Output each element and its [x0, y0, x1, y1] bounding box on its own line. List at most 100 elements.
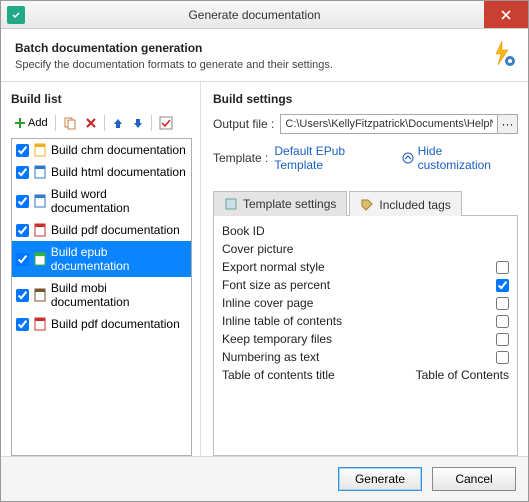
setting-label: Inline cover page	[222, 296, 496, 310]
delete-button[interactable]	[82, 115, 100, 131]
build-item-label: Build epub documentation	[51, 245, 187, 273]
build-list-item[interactable]: Build mobi documentation	[12, 277, 191, 313]
setting-checkbox[interactable]	[496, 315, 509, 328]
setting-label: Keep temporary files	[222, 332, 496, 346]
browse-button[interactable]: ···	[498, 114, 518, 134]
build-item-label: Build chm documentation	[51, 143, 186, 157]
build-list-item[interactable]: Build word documentation	[12, 183, 191, 219]
setting-checkbox[interactable]	[496, 297, 509, 310]
build-item-label: Build mobi documentation	[51, 281, 187, 309]
doc-type-icon	[33, 194, 47, 208]
build-list[interactable]: Build chm documentation Build html docume…	[11, 138, 192, 456]
build-list-toolbar: Add	[11, 114, 192, 132]
tab-included-tags[interactable]: Included tags	[349, 191, 461, 216]
setting-row: Keep temporary files	[222, 330, 509, 348]
hide-customization-label: Hide customization	[418, 144, 518, 172]
cancel-button[interactable]: Cancel	[432, 467, 516, 491]
arrow-up-icon	[112, 117, 124, 129]
toolbar-separator	[151, 115, 152, 131]
build-item-label: Build html documentation	[51, 165, 186, 179]
setting-label: Book ID	[222, 224, 509, 238]
toolbar-separator	[104, 115, 105, 131]
build-item-checkbox[interactable]	[16, 289, 29, 302]
build-settings-title: Build settings	[213, 92, 518, 106]
check-button[interactable]	[156, 114, 176, 132]
titlebar: Generate documentation	[1, 1, 528, 29]
doc-type-icon	[33, 252, 47, 266]
build-item-checkbox[interactable]	[16, 144, 29, 157]
build-item-checkbox[interactable]	[16, 166, 29, 179]
template-icon	[224, 197, 238, 211]
collapse-icon	[402, 152, 414, 164]
build-list-item[interactable]: Build chm documentation	[12, 139, 191, 161]
app-icon	[7, 6, 25, 24]
setting-row: Cover picture	[222, 240, 509, 258]
build-list-item[interactable]: Build epub documentation	[12, 241, 191, 277]
setting-label: Inline table of contents	[222, 314, 496, 328]
template-link[interactable]: Default EPub Template	[274, 144, 395, 172]
settings-tabs: Template settings Included tags	[213, 190, 518, 216]
setting-value: Table of Contents	[416, 368, 509, 382]
doc-type-icon	[33, 143, 47, 157]
arrow-down-icon	[132, 117, 144, 129]
build-item-checkbox[interactable]	[16, 195, 29, 208]
tab-tags-label: Included tags	[379, 198, 450, 212]
window-title: Generate documentation	[25, 8, 484, 22]
build-item-label: Build pdf documentation	[51, 223, 180, 237]
setting-checkbox[interactable]	[496, 333, 509, 346]
tab-template-label: Template settings	[243, 197, 336, 211]
setting-row: Table of contents titleTable of Contents	[222, 366, 509, 384]
setting-row: Inline cover page	[222, 294, 509, 312]
build-list-title: Build list	[11, 92, 192, 106]
lightning-icon	[488, 39, 516, 67]
setting-checkbox[interactable]	[496, 351, 509, 364]
generate-button[interactable]: Generate	[338, 467, 422, 491]
setting-row: Font size as percent	[222, 276, 509, 294]
doc-type-icon	[33, 223, 47, 237]
doc-type-icon	[33, 288, 47, 302]
tags-icon	[360, 198, 374, 212]
header-subtitle: Specify the documentation formats to gen…	[15, 59, 514, 71]
check-icon	[159, 116, 173, 130]
add-button[interactable]: Add	[11, 115, 51, 131]
build-item-label: Build word documentation	[51, 187, 187, 215]
dialog-footer: Generate Cancel	[1, 456, 528, 501]
setting-label: Numbering as text	[222, 350, 496, 364]
build-list-item[interactable]: Build pdf documentation	[12, 313, 191, 335]
build-list-panel: Build list Add Buil	[1, 82, 201, 456]
setting-row: Export normal style	[222, 258, 509, 276]
duplicate-button[interactable]	[60, 114, 80, 132]
setting-label: Font size as percent	[222, 278, 496, 292]
delete-icon	[85, 117, 97, 129]
setting-row: Book ID	[222, 222, 509, 240]
toolbar-separator	[55, 115, 56, 131]
hide-customization-link[interactable]: Hide customization	[402, 144, 518, 172]
build-item-label: Build pdf documentation	[51, 317, 180, 331]
build-item-checkbox[interactable]	[16, 318, 29, 331]
close-button[interactable]	[484, 1, 528, 28]
header: Batch documentation generation Specify t…	[1, 29, 528, 82]
plus-icon	[14, 117, 26, 129]
build-settings-panel: Build settings Output file : ··· Templat…	[201, 82, 528, 456]
move-up-button[interactable]	[109, 115, 127, 131]
doc-type-icon	[33, 165, 47, 179]
doc-type-icon	[33, 317, 47, 331]
header-title: Batch documentation generation	[15, 41, 514, 55]
setting-row: Inline table of contents	[222, 312, 509, 330]
tab-template-settings[interactable]: Template settings	[213, 191, 347, 216]
move-down-button[interactable]	[129, 115, 147, 131]
setting-row: Numbering as text	[222, 348, 509, 366]
build-list-item[interactable]: Build pdf documentation	[12, 219, 191, 241]
build-list-item[interactable]: Build html documentation	[12, 161, 191, 183]
build-item-checkbox[interactable]	[16, 253, 29, 266]
add-label: Add	[28, 117, 48, 129]
setting-label: Table of contents title	[222, 368, 416, 382]
build-item-checkbox[interactable]	[16, 224, 29, 237]
setting-checkbox[interactable]	[496, 261, 509, 274]
duplicate-icon	[63, 116, 77, 130]
setting-label: Cover picture	[222, 242, 509, 256]
template-label: Template :	[213, 151, 268, 165]
setting-label: Export normal style	[222, 260, 496, 274]
setting-checkbox[interactable]	[496, 279, 509, 292]
output-file-input[interactable]	[280, 114, 498, 134]
